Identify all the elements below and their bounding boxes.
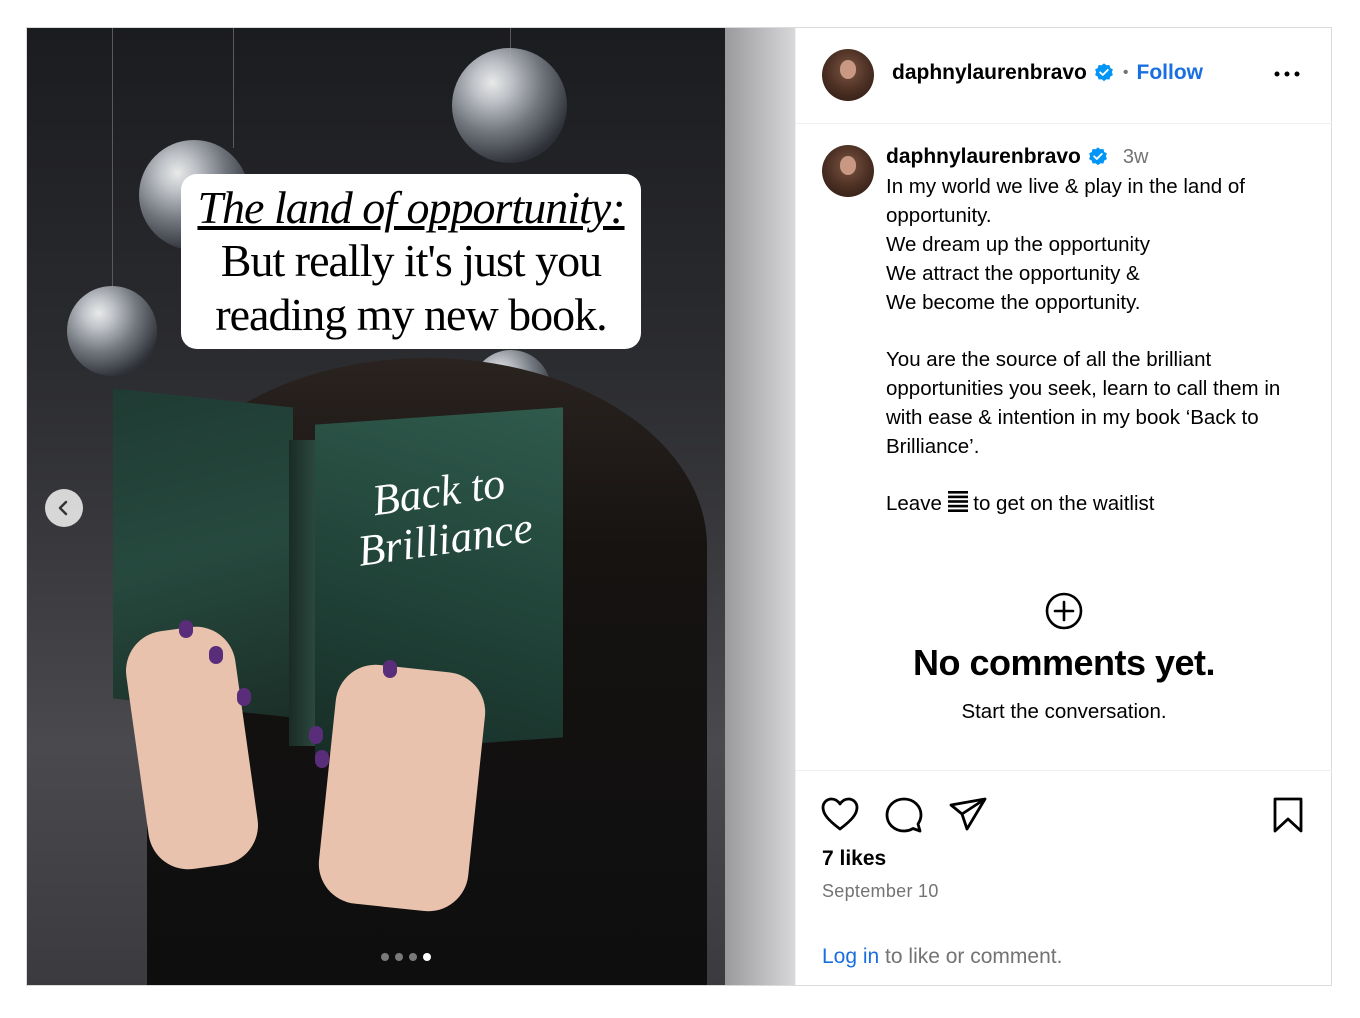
caption-author-avatar[interactable] bbox=[822, 145, 874, 197]
caption-line: We dream up the opportunity bbox=[886, 233, 1150, 256]
carousel-dot bbox=[409, 953, 417, 961]
caption-line-2: But really it's just you bbox=[220, 235, 602, 286]
nail bbox=[179, 620, 193, 638]
caption-line-1: The land of opportunity: bbox=[197, 182, 625, 233]
caption-line: We attract the opportunity & bbox=[886, 262, 1140, 285]
post-caption-section: daphnylaurenbravo 3w In my world we live… bbox=[796, 124, 1332, 769]
caption-waitlist-suffix: to get on the waitlist bbox=[967, 492, 1155, 515]
nail bbox=[209, 646, 223, 664]
background-wall bbox=[725, 28, 795, 985]
login-prompt-text: to like or comment. bbox=[879, 945, 1063, 968]
nail bbox=[383, 660, 397, 678]
post-media: Back to Brilliance The land of opportuni… bbox=[27, 28, 795, 985]
orb-string bbox=[112, 28, 113, 288]
share-icon[interactable] bbox=[948, 795, 988, 835]
previous-slide-button[interactable] bbox=[45, 489, 83, 527]
post-date[interactable]: September 10 bbox=[822, 881, 939, 902]
caption-text: In my world we live & play in the land o… bbox=[886, 172, 1306, 518]
caption-paragraph: You are the source of all the brilliant … bbox=[886, 348, 1281, 458]
right-hand bbox=[314, 660, 490, 916]
carousel-dot bbox=[381, 953, 389, 961]
caption-waitlist-line: Leave to get on the waitlist bbox=[886, 489, 1306, 518]
caption-line: We become the opportunity. bbox=[886, 291, 1141, 314]
carousel-dot-active bbox=[423, 953, 431, 961]
post-time-ago[interactable]: 3w bbox=[1123, 146, 1149, 169]
disco-orb bbox=[452, 48, 567, 163]
disco-orb bbox=[67, 286, 157, 376]
chevron-left-icon bbox=[58, 500, 68, 516]
nail bbox=[309, 726, 323, 744]
comment-icon[interactable] bbox=[884, 795, 924, 835]
post-actions: 7 likes September 10 Log in to like or c… bbox=[796, 770, 1332, 985]
login-prompt: Log in to like or comment. bbox=[822, 945, 1062, 969]
nail bbox=[237, 688, 251, 706]
header-user-row: daphnylaurenbravo • Follow bbox=[892, 61, 1203, 85]
book-spine bbox=[289, 440, 317, 746]
caption-line: In my world we live & play in the land o… bbox=[886, 175, 1245, 227]
separator-dot: • bbox=[1122, 64, 1129, 81]
add-circle-icon bbox=[1045, 592, 1083, 630]
verified-badge-icon bbox=[1088, 147, 1107, 166]
orb-string bbox=[233, 28, 234, 148]
no-comments-title: No comments yet. bbox=[912, 642, 1216, 683]
post-dialog: Back to Brilliance The land of opportuni… bbox=[26, 27, 1332, 986]
heart-icon[interactable] bbox=[820, 795, 860, 835]
caption-user-row: daphnylaurenbravo 3w bbox=[886, 145, 1148, 169]
more-options-icon[interactable] bbox=[1272, 62, 1302, 86]
login-link[interactable]: Log in bbox=[822, 945, 879, 968]
author-avatar[interactable] bbox=[822, 49, 874, 101]
verified-badge-icon bbox=[1094, 63, 1113, 82]
image-caption-card: The land of opportunity: But really it's… bbox=[181, 174, 641, 349]
author-username[interactable]: daphnylaurenbravo bbox=[892, 61, 1087, 85]
carousel-dot bbox=[395, 953, 403, 961]
caption-waitlist-prefix: Leave bbox=[886, 492, 948, 515]
no-comments-subtitle: Start the conversation. bbox=[961, 700, 1167, 723]
caption-line-3: reading my new book. bbox=[215, 289, 607, 340]
post-side-panel: daphnylaurenbravo • Follow daphnylaurenb… bbox=[795, 28, 1332, 985]
post-header: daphnylaurenbravo • Follow bbox=[796, 28, 1332, 124]
bookmark-icon[interactable] bbox=[1268, 795, 1308, 835]
list-emoji-icon bbox=[947, 491, 968, 512]
carousel-indicators bbox=[381, 953, 431, 961]
caption-username[interactable]: daphnylaurenbravo bbox=[886, 145, 1081, 169]
nail bbox=[315, 750, 329, 768]
likes-count[interactable]: 7 likes bbox=[822, 847, 886, 871]
follow-button[interactable]: Follow bbox=[1137, 61, 1204, 85]
